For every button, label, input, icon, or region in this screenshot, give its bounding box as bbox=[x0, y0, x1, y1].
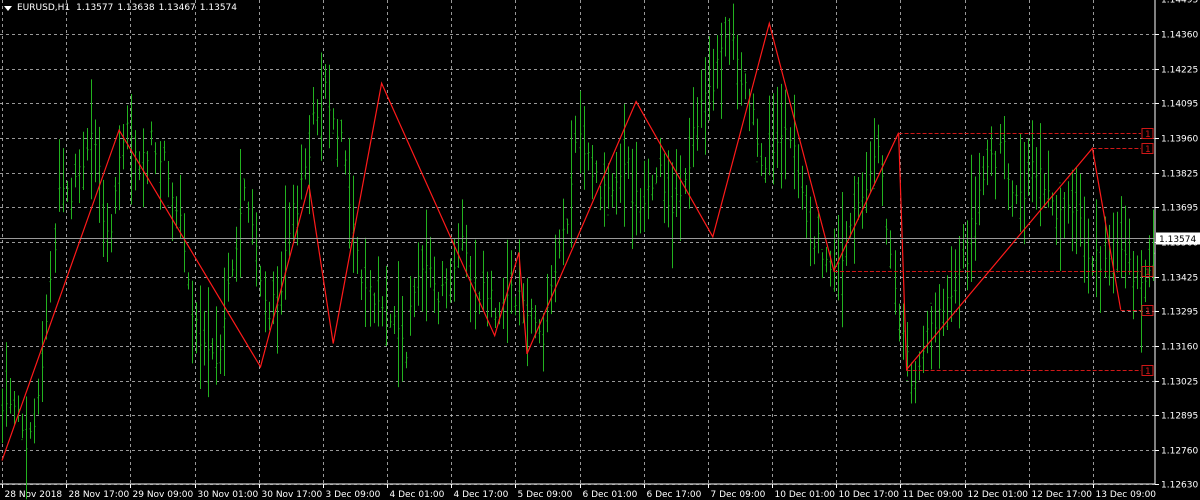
x-tick-label: 4 Dec 01:00 bbox=[390, 490, 445, 500]
y-tick-label: 1.12760 bbox=[1161, 447, 1198, 457]
level-marker-label: 1 bbox=[1145, 130, 1151, 140]
x-tick-label: 11 Dec 09:00 bbox=[903, 490, 964, 500]
x-tick-label: 7 Dec 09:00 bbox=[711, 490, 766, 500]
low-price: 1.13467 bbox=[158, 3, 196, 13]
y-tick-label: 1.13025 bbox=[1161, 378, 1198, 388]
price-chart[interactable]: 1.14495 1.14360 1.14225 1.14095 1.13960 1.138… bbox=[0, 0, 1200, 500]
y-tick-label: 1.13695 bbox=[1161, 204, 1198, 214]
x-tick-label: 30 Nov 01:00 bbox=[198, 490, 259, 500]
y-tick-label: 1.13425 bbox=[1161, 274, 1198, 284]
level-marker-label: 1 bbox=[1145, 268, 1151, 278]
y-tick-label: 1.13160 bbox=[1161, 343, 1198, 353]
x-tick-label: 12 Dec 01:00 bbox=[968, 490, 1029, 500]
close-price: 1.13574 bbox=[199, 3, 237, 13]
x-tick-label: 28 Nov 17:00 bbox=[69, 490, 130, 500]
level-marker-label: 1 bbox=[1145, 307, 1151, 317]
level-marker-label: 1 bbox=[1145, 367, 1151, 377]
level-marker-label: 1 bbox=[1145, 145, 1151, 155]
x-tick-label: 29 Nov 09:00 bbox=[133, 490, 194, 500]
x-tick-label: 12 Dec 17:00 bbox=[1032, 490, 1093, 500]
x-tick-label: 5 Dec 09:00 bbox=[518, 490, 573, 500]
current-price-label: 1.13574 bbox=[1159, 235, 1196, 245]
x-tick-label: 3 Dec 09:00 bbox=[326, 490, 381, 500]
x-tick-label: 10 Dec 17:00 bbox=[839, 490, 900, 500]
y-tick-label: 1.13295 bbox=[1161, 308, 1198, 318]
high-price: 1.13638 bbox=[117, 3, 155, 13]
x-tick-label: 13 Dec 09:00 bbox=[1096, 490, 1157, 500]
y-tick-label: 1.12895 bbox=[1161, 412, 1198, 422]
open-price: 1.13577 bbox=[76, 3, 114, 13]
x-tick-label: 4 Dec 17:00 bbox=[454, 490, 509, 500]
x-tick-label: 10 Dec 01:00 bbox=[775, 490, 836, 500]
y-tick-label: 1.14225 bbox=[1161, 66, 1198, 76]
y-tick-label: 1.14095 bbox=[1161, 100, 1198, 110]
x-tick-label: 6 Dec 17:00 bbox=[647, 490, 702, 500]
collapse-triangle-icon[interactable] bbox=[4, 5, 12, 11]
y-tick-label: 1.14495 bbox=[1161, 0, 1198, 6]
y-tick-label: 1.12630 bbox=[1161, 481, 1198, 491]
x-tick-label: 6 Dec 01:00 bbox=[583, 490, 638, 500]
y-tick-label: 1.13825 bbox=[1161, 170, 1198, 180]
y-tick-label: 1.14360 bbox=[1161, 31, 1198, 41]
chart-window[interactable]: 1.14495 1.14360 1.14225 1.14095 1.13960 1.138… bbox=[0, 0, 1200, 500]
y-tick-label: 1.13960 bbox=[1161, 135, 1198, 145]
chart-header: EURUSD,H1 1.13577 1.13638 1.13467 1.1357… bbox=[4, 3, 241, 13]
x-tick-label: 30 Nov 17:00 bbox=[262, 490, 323, 500]
symbol-label: EURUSD,H1 bbox=[17, 3, 71, 13]
x-tick-label: 28 Nov 2018 bbox=[5, 490, 63, 500]
